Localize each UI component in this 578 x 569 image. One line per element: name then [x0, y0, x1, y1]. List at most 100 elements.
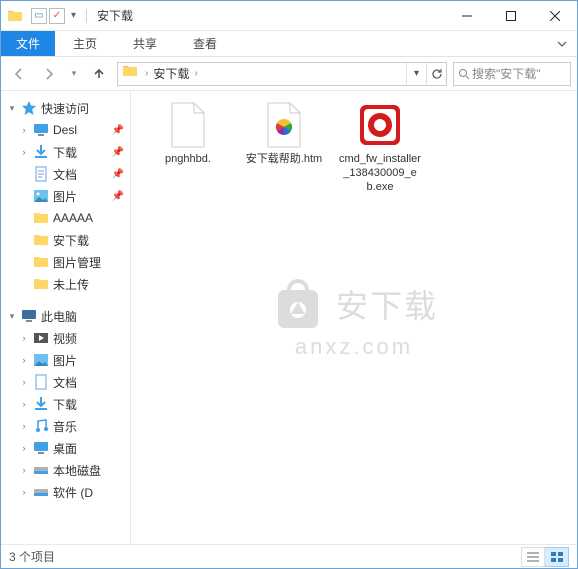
sidebar-item[interactable]: ›桌面: [1, 437, 130, 459]
folder-icon: [33, 232, 49, 248]
file-item[interactable]: pnghhbd.: [147, 101, 229, 194]
search-input[interactable]: 搜索"安下载": [453, 62, 571, 86]
nav-back-button[interactable]: [7, 62, 31, 86]
file-item[interactable]: 安下载帮助.htm: [243, 101, 325, 194]
sidebar-item-label: 下载: [53, 144, 77, 161]
pin-icon: 📌: [112, 169, 124, 180]
sidebar-item[interactable]: › 下载 📌: [1, 141, 130, 163]
sidebar-item[interactable]: ›视频: [1, 327, 130, 349]
view-icons-button[interactable]: [545, 547, 569, 567]
file-label: cmd_fw_installer_138430009_eb.exe: [339, 153, 421, 194]
pin-icon: 📌: [112, 147, 124, 158]
tab-view[interactable]: 查看: [175, 31, 235, 56]
sidebar-item[interactable]: ›图片: [1, 349, 130, 371]
chevron-right-icon[interactable]: ›: [19, 399, 29, 409]
explorer-window: ▭ ✓ ▾ 安下载 文件 主页 共享 查看: [0, 0, 578, 569]
tab-file[interactable]: 文件: [1, 31, 55, 56]
sidebar-item[interactable]: 安下载: [1, 229, 130, 251]
pin-icon: 📌: [112, 191, 124, 202]
close-button[interactable]: [533, 1, 577, 31]
sidebar-item-label: 音乐: [53, 418, 77, 435]
folder-icon: [33, 276, 49, 292]
sidebar: ▾ 快速访问 › Desl 📌 › 下载 📌 文档: [1, 91, 131, 544]
address-dropdown-button[interactable]: ▾: [406, 63, 426, 85]
content-pane[interactable]: pnghhbd. 安下载帮助.htm cmd_fw_installer_1384…: [131, 91, 577, 544]
qat-dropdown-icon[interactable]: ▾: [71, 10, 76, 21]
ribbon-expand-icon[interactable]: [547, 31, 577, 56]
chevron-right-icon[interactable]: ›: [19, 421, 29, 431]
qat-properties-icon[interactable]: ▭: [31, 8, 47, 24]
sidebar-quick-access[interactable]: ▾ 快速访问: [1, 97, 130, 119]
bag-icon: [270, 276, 326, 332]
chevron-right-icon[interactable]: ›: [19, 333, 29, 343]
sidebar-item-label: 下载: [53, 396, 77, 413]
desktop-icon: [33, 440, 49, 456]
blank-file-icon: [164, 101, 212, 149]
sidebar-item-label: Desl: [53, 123, 77, 137]
sidebar-item-label: 未上传: [53, 276, 89, 293]
downloads-icon: [33, 396, 49, 412]
refresh-button[interactable]: [426, 63, 446, 85]
chevron-right-icon[interactable]: ›: [142, 68, 151, 79]
sidebar-item[interactable]: › 下载: [1, 393, 130, 415]
nav-up-button[interactable]: [87, 62, 111, 86]
chevron-right-icon[interactable]: ›: [19, 377, 29, 387]
sidebar-item[interactable]: › 音乐: [1, 415, 130, 437]
qat-check-icon[interactable]: ✓: [49, 8, 65, 24]
sidebar-item-label: 文档: [53, 374, 77, 391]
chevron-down-icon[interactable]: ▾: [7, 103, 17, 114]
chevron-right-icon[interactable]: ›: [19, 147, 29, 157]
address-bar[interactable]: › 安下载 › ▾: [117, 62, 447, 86]
star-icon: [21, 100, 37, 116]
minimize-button[interactable]: [445, 1, 489, 31]
sidebar-item[interactable]: › Desl 📌: [1, 119, 130, 141]
sidebar-item-label: 图片: [53, 188, 77, 205]
file-items: pnghhbd. 安下载帮助.htm cmd_fw_installer_1384…: [131, 91, 577, 204]
documents-icon: [33, 166, 49, 182]
sidebar-item-label: AAAAA: [53, 211, 93, 225]
qat: ▭ ✓: [31, 8, 65, 24]
drive-icon: [33, 484, 49, 500]
chevron-right-icon[interactable]: ›: [19, 355, 29, 365]
nav-history-dropdown[interactable]: ▾: [67, 68, 81, 79]
tab-share[interactable]: 共享: [115, 31, 175, 56]
tab-home[interactable]: 主页: [55, 31, 115, 56]
ribbon: 文件 主页 共享 查看: [1, 31, 577, 57]
title-text: 安下载: [97, 7, 133, 24]
watermark-en: anxz.com: [295, 334, 413, 360]
window-controls: [445, 1, 577, 31]
sidebar-item[interactable]: 图片 📌: [1, 185, 130, 207]
chevron-right-icon[interactable]: ›: [19, 487, 29, 497]
pictures-icon: [33, 352, 49, 368]
sidebar-item[interactable]: AAAAA: [1, 207, 130, 229]
sidebar-item[interactable]: ›本地磁盘: [1, 459, 130, 481]
breadcrumb[interactable]: 安下载: [151, 65, 191, 82]
chevron-right-icon[interactable]: ›: [191, 68, 200, 79]
pc-icon: [21, 308, 37, 324]
videos-icon: [33, 330, 49, 346]
address-folder-icon: [118, 63, 142, 84]
sidebar-item[interactable]: ›软件 (D: [1, 481, 130, 503]
chevron-down-icon[interactable]: ▾: [7, 311, 17, 322]
sidebar-item[interactable]: 文档 📌: [1, 163, 130, 185]
sidebar-item[interactable]: 未上传: [1, 273, 130, 295]
sidebar-item-label: 图片管理: [53, 254, 101, 271]
sidebar-item[interactable]: 图片管理: [1, 251, 130, 273]
sidebar-item[interactable]: › 文档: [1, 371, 130, 393]
sidebar-item-label: 文档: [53, 166, 77, 183]
body: ▾ 快速访问 › Desl 📌 › 下载 📌 文档: [1, 91, 577, 544]
search-placeholder: 搜索"安下载": [472, 65, 541, 82]
titlebar: ▭ ✓ ▾ 安下载: [1, 1, 577, 31]
nav-forward-button[interactable]: [37, 62, 61, 86]
drive-icon: [33, 462, 49, 478]
sidebar-this-pc[interactable]: ▾ 此电脑: [1, 305, 130, 327]
chevron-right-icon[interactable]: ›: [19, 125, 29, 135]
folder-icon: [33, 210, 49, 226]
chevron-right-icon[interactable]: ›: [19, 465, 29, 475]
chevron-right-icon[interactable]: ›: [19, 443, 29, 453]
view-details-button[interactable]: [521, 547, 545, 567]
address-tail: ▾: [406, 63, 446, 85]
watermark-cn: 安下载: [336, 281, 438, 327]
maximize-button[interactable]: [489, 1, 533, 31]
file-item[interactable]: cmd_fw_installer_138430009_eb.exe: [339, 101, 421, 194]
